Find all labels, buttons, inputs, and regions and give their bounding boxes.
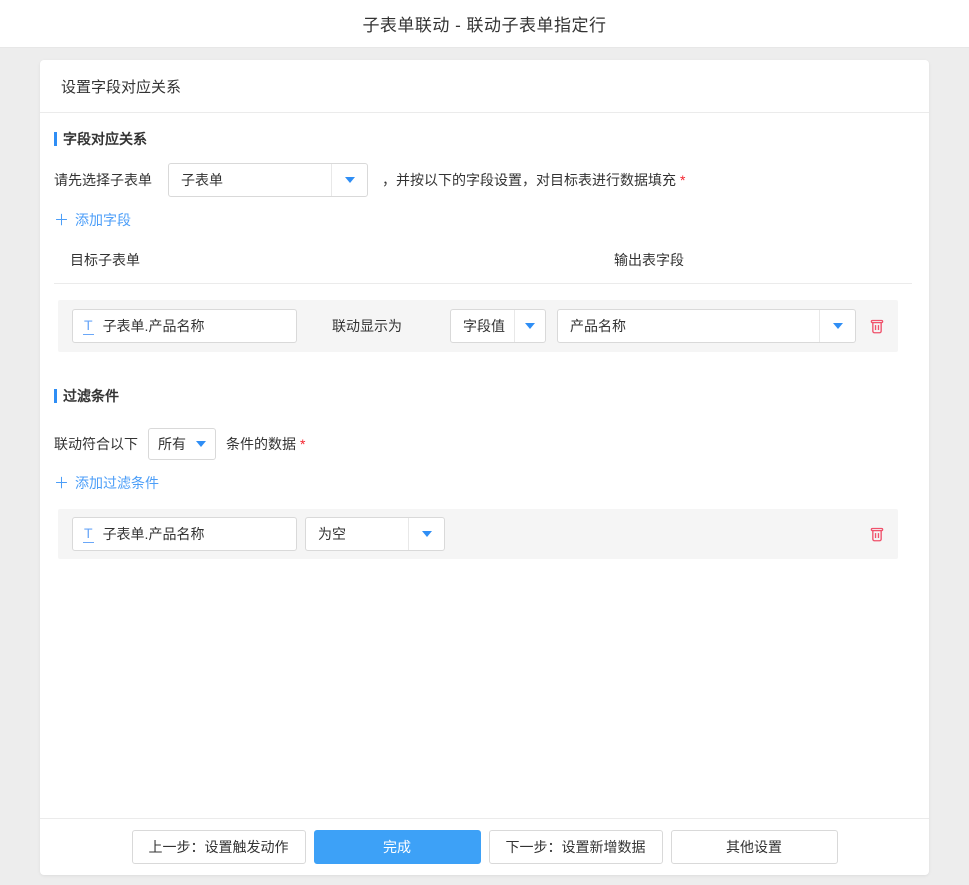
card-body: 字段对应关系 请先选择子表单 子表单 ，并按以下的字段设置，对目标表进行数据填充… [40, 113, 929, 818]
section-bar [54, 389, 57, 403]
delete-filter-row-button[interactable] [868, 525, 886, 543]
display-mode-caret-zone [514, 310, 545, 342]
filter-match-line: 联动符合以下 所有 条件的数据 * [54, 428, 915, 460]
filter-field-input[interactable]: T 子表单.产品名称 [72, 517, 297, 551]
subform-select-label: 请先选择子表单 [54, 170, 152, 190]
delete-mapping-row-button[interactable] [868, 317, 886, 335]
card-footer: 上一步：设置触发动作 完成 下一步：设置新增数据 其他设置 [40, 818, 929, 875]
plus-icon: ＋ [54, 476, 69, 491]
filter-operator-value: 为空 [306, 524, 408, 544]
relation-label: 联动显示为 [332, 316, 402, 336]
subform-select[interactable]: 子表单 [168, 163, 368, 197]
output-field-caret-zone [819, 310, 855, 342]
chevron-down-icon [345, 177, 355, 183]
subform-select-value: 子表单 [169, 170, 331, 190]
text-field-icon: T [83, 526, 94, 543]
add-field-label: 添加字段 [75, 210, 131, 230]
section-title-field-mapping: 字段对应关系 [54, 129, 915, 149]
filter-operator-select[interactable]: 为空 [305, 517, 445, 551]
required-asterisk: * [300, 436, 305, 452]
subform-note: ，并按以下的字段设置，对目标表进行数据填充 [382, 170, 676, 190]
next-step-button[interactable]: 下一步：设置新增数据 [489, 830, 663, 864]
chevron-down-icon [833, 323, 843, 329]
card-header: 设置字段对应关系 [40, 60, 929, 113]
display-mode-value: 字段值 [451, 316, 514, 336]
plus-icon: ＋ [54, 213, 69, 228]
chevron-down-icon [196, 441, 206, 447]
mapping-column-headers: 目标子表单 输出表字段 [54, 250, 912, 284]
trash-icon [868, 525, 886, 543]
filter-field-value: 子表单.产品名称 [103, 524, 205, 544]
mapping-row: T 子表单.产品名称 联动显示为 字段值 产品名称 [58, 300, 898, 352]
prev-step-button[interactable]: 上一步：设置触发动作 [132, 830, 306, 864]
add-field-button[interactable]: ＋ 添加字段 [54, 210, 131, 230]
match-mode-select[interactable]: 所有 [148, 428, 216, 460]
chevron-down-icon [525, 323, 535, 329]
add-filter-label: 添加过滤条件 [75, 473, 159, 493]
dialog-header: 子表单联动 - 联动子表单指定行 [0, 0, 969, 48]
target-field-input[interactable]: T 子表单.产品名称 [72, 309, 297, 343]
output-field-value: 产品名称 [558, 316, 819, 336]
column-header-output: 输出表字段 [614, 250, 684, 270]
subform-selector-line: 请先选择子表单 子表单 ，并按以下的字段设置，对目标表进行数据填充 * [54, 163, 915, 197]
section-bar [54, 132, 57, 146]
text-field-icon: T [83, 318, 94, 335]
section-title-text: 字段对应关系 [63, 129, 147, 149]
done-button[interactable]: 完成 [314, 830, 481, 864]
other-settings-button[interactable]: 其他设置 [671, 830, 838, 864]
trash-icon [868, 317, 886, 335]
required-asterisk: * [680, 172, 685, 188]
output-field-select[interactable]: 产品名称 [557, 309, 856, 343]
match-mode-value: 所有 [158, 434, 186, 454]
section-title-filter: 过滤条件 [54, 386, 915, 406]
target-field-value: 子表单.产品名称 [103, 316, 205, 336]
chevron-down-icon [422, 531, 432, 537]
card-title: 设置字段对应关系 [61, 76, 181, 97]
column-header-target: 目标子表单 [70, 252, 140, 268]
dialog-title: 子表单联动 - 联动子表单指定行 [362, 11, 606, 36]
filter-operator-caret-zone [408, 518, 444, 550]
filter-row: T 子表单.产品名称 为空 [58, 509, 898, 559]
settings-card: 设置字段对应关系 字段对应关系 请先选择子表单 子表单 ，并按以下的字段设置，对… [40, 60, 929, 875]
filter-prefix-label: 联动符合以下 [54, 434, 138, 454]
subform-select-caret-zone [331, 164, 367, 196]
display-mode-select[interactable]: 字段值 [450, 309, 546, 343]
filter-suffix-label: 条件的数据 [226, 434, 296, 454]
section-title-text: 过滤条件 [63, 386, 119, 406]
add-filter-button[interactable]: ＋ 添加过滤条件 [54, 473, 159, 493]
